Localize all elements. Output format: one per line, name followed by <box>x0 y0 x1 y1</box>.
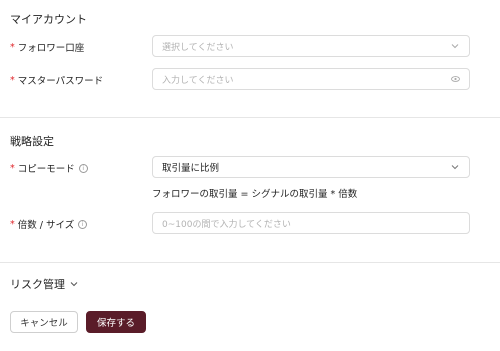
eye-icon[interactable] <box>450 74 460 84</box>
multiplier-placeholder: 0~100の間で入力してください <box>162 219 291 230</box>
account-section-title: マイアカウント <box>10 13 87 26</box>
risk-section-toggle[interactable]: リスク管理 <box>10 276 78 292</box>
multiplier-label: * 倍数 / サイズ i <box>10 217 88 231</box>
follower-account-placeholder: 選択してください <box>162 42 234 53</box>
master-password-label: * マスターパスワード <box>10 74 104 88</box>
chevron-down-icon <box>450 41 460 51</box>
copy-mode-hint: フォロワーの取引量 = シグナルの取引量 * 倍数 <box>152 189 358 200</box>
follower-account-label: * フォロワー口座 <box>10 41 85 55</box>
multiplier-input[interactable]: 0~100の間で入力してください <box>152 212 470 234</box>
risk-section-title: リスク管理 <box>10 278 65 291</box>
master-password-placeholder: 入力してください <box>162 75 234 86</box>
chevron-down-icon <box>70 282 78 287</box>
save-button[interactable]: 保存する <box>86 311 146 333</box>
master-password-input[interactable]: 入力してください <box>152 68 470 90</box>
follower-account-select[interactable]: 選択してください <box>152 35 470 57</box>
section-divider <box>0 262 500 263</box>
copy-mode-select[interactable]: 取引量に比例 <box>152 156 470 178</box>
copy-mode-label: * コピーモード i <box>10 161 88 175</box>
copy-mode-value: 取引量に比例 <box>162 163 220 174</box>
cancel-button[interactable]: キャンセル <box>10 311 78 333</box>
chevron-down-icon <box>450 162 460 172</box>
info-icon[interactable]: i <box>78 219 88 229</box>
strategy-section-title: 戦略設定 <box>10 135 54 148</box>
info-icon[interactable]: i <box>78 163 88 173</box>
section-divider <box>0 117 500 118</box>
